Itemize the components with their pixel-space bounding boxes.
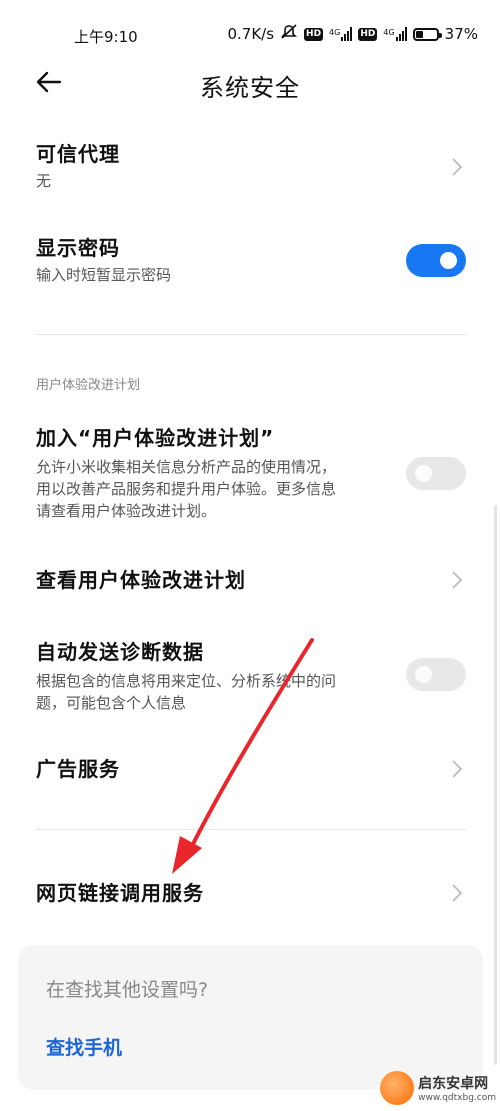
app-header: 系统安全 [0, 62, 500, 102]
view-plan-row[interactable]: 查看用户体验改进计划 [36, 566, 466, 596]
view-plan-label: 查看用户体验改进计划 [36, 568, 246, 592]
web-link-service-label: 网页链接调用服务 [36, 881, 204, 905]
toggle-knob [415, 666, 432, 683]
chevron-right-icon [452, 884, 462, 902]
scrollbar[interactable] [494, 505, 497, 1065]
mute-icon [280, 24, 298, 44]
ad-service-row[interactable]: 广告服务 [36, 755, 466, 785]
search-settings-question: 在查找其他设置吗? [46, 979, 209, 1001]
join-plan-toggle[interactable] [406, 457, 466, 490]
trusted-agent-label: 可信代理 [36, 142, 120, 166]
join-plan-desc-2: 用以改善产品服务和提升用户体验。更多信息 [36, 480, 337, 498]
auto-diagnostics-row[interactable]: 自动发送诊断数据 根据包含的信息将用来定位、分析系统中的问 题，可能包含个人信息 [36, 638, 466, 714]
auto-diagnostics-desc-1: 根据包含的信息将用来定位、分析系统中的问 [36, 672, 337, 690]
watermark-logo-icon [380, 1071, 415, 1105]
hd-icon-2: HD [358, 27, 378, 41]
chevron-right-icon [452, 760, 462, 778]
divider [36, 829, 466, 830]
show-password-toggle[interactable] [406, 244, 466, 277]
chevron-right-icon [452, 158, 462, 176]
web-link-service-row[interactable]: 网页链接调用服务 [36, 879, 466, 909]
status-time: 上午9:10 [74, 28, 138, 46]
watermark-name: 启东安卓网 [418, 1076, 489, 1092]
watermark-text: 启东安卓网 www.qdtxbg.com [418, 1073, 496, 1103]
toggle-knob [440, 252, 457, 269]
trusted-agent-row[interactable]: 可信代理 无 [36, 140, 466, 200]
ad-service-label: 广告服务 [36, 757, 120, 781]
chevron-right-icon [452, 571, 462, 589]
join-plan-desc-1: 允许小米收集相关信息分析产品的使用情况， [36, 458, 337, 476]
auto-diagnostics-desc-2: 题，可能包含个人信息 [36, 694, 187, 712]
auto-diagnostics-label: 自动发送诊断数据 [36, 640, 204, 664]
battery-icon [412, 27, 442, 41]
signal-icon: 4G [329, 27, 353, 41]
status-icons: 0.7K/s HD 4G HD 4G 37% [227, 24, 478, 44]
hd-icon: HD [304, 27, 324, 41]
battery-level [415, 30, 424, 38]
watermark-url: www.qdtxbg.com [418, 1093, 496, 1103]
status-bar: 上午9:10 0.7K/s HD 4G HD 4G 37% [0, 0, 500, 68]
join-plan-desc-3: 请查看用户体验改进计划。 [36, 502, 217, 520]
auto-diagnostics-toggle[interactable] [406, 658, 466, 691]
battery-percent: 37% [444, 25, 478, 43]
find-phone-link[interactable]: 查找手机 [46, 1033, 122, 1060]
join-plan-row[interactable]: 加入“用户体验改进计划” 允许小米收集相关信息分析产品的使用情况， 用以改善产品… [36, 424, 466, 524]
network-speed: 0.7K/s [227, 25, 275, 43]
section-title: 用户体验改进计划 [36, 378, 141, 393]
search-settings-card: 在查找其他设置吗? 查找手机 [18, 945, 483, 1090]
show-password-row[interactable]: 显示密码 输入时短暂显示密码 [36, 234, 466, 294]
divider [36, 334, 466, 335]
page-title: 系统安全 [200, 74, 300, 102]
show-password-desc: 输入时短暂显示密码 [36, 266, 172, 284]
join-plan-label: 加入“用户体验改进计划” [36, 426, 275, 450]
show-password-label: 显示密码 [36, 236, 120, 260]
toggle-knob [415, 465, 432, 482]
watermark: 启东安卓网 www.qdtxbg.com [380, 1071, 496, 1105]
trusted-agent-value: 无 [36, 172, 52, 190]
signal-icon-2: 4G [383, 27, 407, 41]
